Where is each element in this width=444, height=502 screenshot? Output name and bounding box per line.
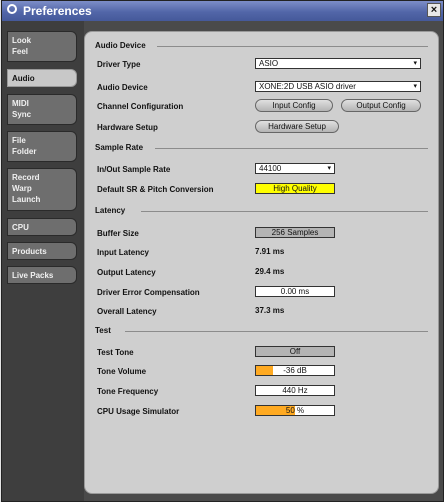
test-tone-label: Test Tone xyxy=(97,348,134,357)
input-latency-label: Input Latency xyxy=(97,248,150,257)
sr-pitch-conversion-label: Default SR & Pitch Conversion xyxy=(97,185,214,194)
cpu-usage-value: 50 % xyxy=(285,406,305,415)
buffer-size-label: Buffer Size xyxy=(97,229,139,238)
driver-type-chooser[interactable]: ASIO ▾ xyxy=(255,58,421,69)
tab-record-warp-launch[interactable]: Record Warp Launch xyxy=(7,168,77,211)
test-tone-toggle[interactable]: Off xyxy=(255,346,335,357)
output-latency-label: Output Latency xyxy=(97,268,156,277)
sr-pitch-conversion-toggle[interactable]: High Quality xyxy=(255,183,335,194)
overall-latency-label: Overall Latency xyxy=(97,307,157,316)
tab-live-packs[interactable]: Live Packs xyxy=(7,266,77,284)
preferences-window: Preferences × Look Feel Audio MIDI Sync … xyxy=(1,0,444,502)
tab-cpu[interactable]: CPU xyxy=(7,218,77,236)
tab-midi-sync[interactable]: MIDI Sync xyxy=(7,94,77,125)
hardware-setup-label: Hardware Setup xyxy=(97,123,158,132)
input-config-button[interactable]: Input Config xyxy=(255,99,333,112)
preferences-sidebar: Look Feel Audio MIDI Sync File Folder Re… xyxy=(2,21,84,501)
section-latency: Latency xyxy=(95,206,126,215)
tone-frequency-label: Tone Frequency xyxy=(97,387,159,396)
sample-rate-label: In/Out Sample Rate xyxy=(97,165,171,174)
cpu-usage-simulator-slider[interactable]: 50 % xyxy=(255,405,335,416)
tab-products[interactable]: Products xyxy=(7,242,77,260)
chevron-down-icon: ▾ xyxy=(327,165,331,172)
tone-volume-slider[interactable]: -36 dB xyxy=(255,365,335,376)
section-divider xyxy=(155,148,428,149)
tone-frequency-field[interactable]: 440 Hz xyxy=(255,385,335,396)
driver-type-label: Driver Type xyxy=(97,60,141,69)
section-divider xyxy=(157,46,428,47)
tone-volume-fill xyxy=(256,366,274,375)
driver-error-compensation-label: Driver Error Compensation xyxy=(97,288,200,297)
window-title: Preferences xyxy=(23,4,92,18)
overall-latency-value: 37.3 ms xyxy=(255,306,285,315)
audio-device-chooser[interactable]: XONE:2D USB ASIO driver ▾ xyxy=(255,81,421,92)
section-divider xyxy=(141,211,428,212)
chevron-down-icon: ▾ xyxy=(413,60,417,67)
tab-audio[interactable]: Audio xyxy=(7,69,77,87)
cpu-usage-simulator-label: CPU Usage Simulator xyxy=(97,407,180,416)
audio-device-label: Audio Device xyxy=(97,83,148,92)
audio-preferences-panel: Audio Device Driver Type ASIO ▾ Audio De… xyxy=(84,31,439,494)
buffer-size-field[interactable]: 256 Samples xyxy=(255,227,335,238)
section-test: Test xyxy=(95,326,111,335)
tab-look-feel[interactable]: Look Feel xyxy=(7,31,77,62)
channel-configuration-label: Channel Configuration xyxy=(97,102,184,111)
chevron-down-icon: ▾ xyxy=(413,83,417,90)
tone-volume-label: Tone Volume xyxy=(97,367,147,376)
section-audio-device: Audio Device xyxy=(95,41,146,50)
tab-file-folder[interactable]: File Folder xyxy=(7,131,77,162)
driver-error-compensation-field[interactable]: 0.00 ms xyxy=(255,286,335,297)
close-button[interactable]: × xyxy=(427,3,441,17)
title-bar: Preferences × xyxy=(2,1,443,21)
output-config-button[interactable]: Output Config xyxy=(341,99,421,112)
hardware-setup-button[interactable]: Hardware Setup xyxy=(255,120,339,133)
section-divider xyxy=(125,331,428,332)
tone-volume-value: -36 dB xyxy=(283,366,307,375)
section-sample-rate: Sample Rate xyxy=(95,143,144,152)
sample-rate-chooser[interactable]: 44100 ▾ xyxy=(255,163,335,174)
input-latency-value: 7.91 ms xyxy=(255,247,285,256)
live-logo-icon xyxy=(7,4,17,14)
output-latency-value: 29.4 ms xyxy=(255,267,285,276)
